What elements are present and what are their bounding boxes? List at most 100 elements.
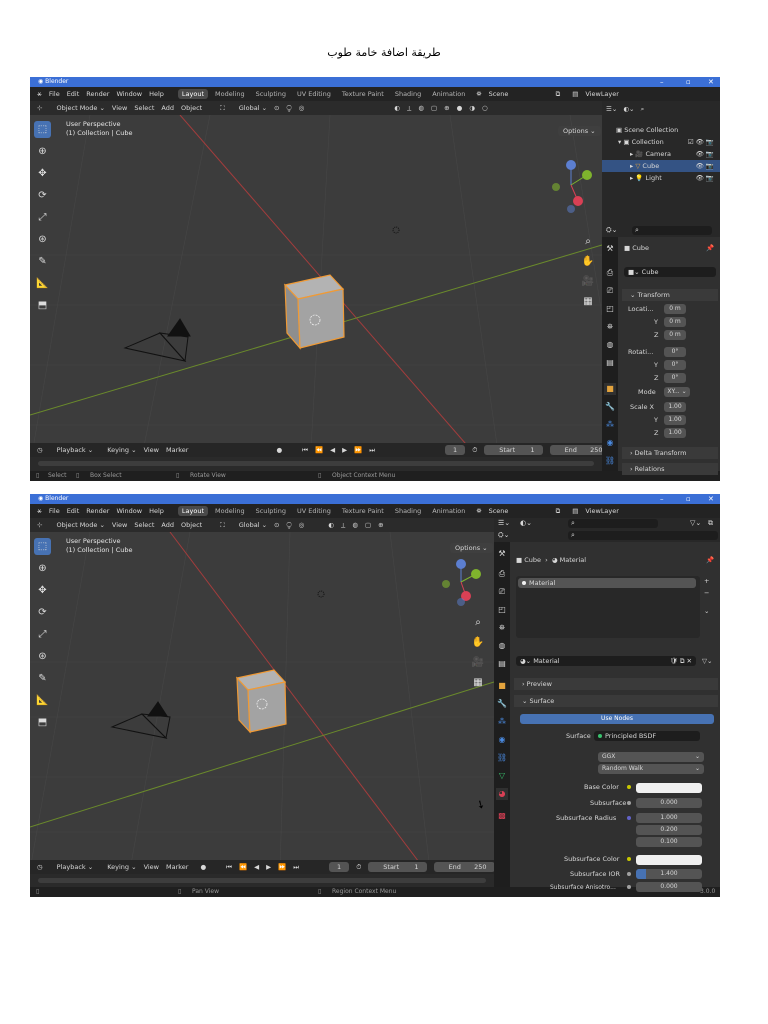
jump-start-icon[interactable]: ⏮ xyxy=(226,863,232,872)
select-menu[interactable]: Select xyxy=(134,104,154,112)
select-menu[interactable]: Select xyxy=(134,521,154,529)
tab-modeling[interactable]: Modeling xyxy=(211,89,249,99)
particles-tab-icon[interactable]: ⁂ xyxy=(496,716,508,728)
close-button[interactable]: ✕ xyxy=(708,494,714,504)
display-mode-icon[interactable]: ◐⌄ xyxy=(520,519,532,527)
add-cube-tool-icon[interactable]: ⬒ xyxy=(34,297,51,314)
tab-shading[interactable]: Shading xyxy=(391,506,425,516)
editor-type-icon[interactable]: ⊹ xyxy=(37,521,42,529)
current-frame-field[interactable]: 1 xyxy=(445,445,466,455)
jump-end-icon[interactable]: ⏭ xyxy=(293,863,299,872)
blender-menu-icon[interactable]: ⚹ xyxy=(37,89,42,99)
timeline-view-menu[interactable]: View xyxy=(144,863,159,871)
collection-tab-icon[interactable]: ▤ xyxy=(496,658,508,670)
marker-menu[interactable]: Marker xyxy=(166,446,188,454)
maximize-button[interactable]: ▫ xyxy=(686,494,691,504)
timeline-scrollbar[interactable] xyxy=(38,461,594,466)
xray-icon[interactable]: ▢ xyxy=(365,521,371,529)
menu-edit[interactable]: Edit xyxy=(67,507,80,515)
menu-render[interactable]: Render xyxy=(86,90,109,98)
visibility-icon[interactable]: ◐ xyxy=(394,104,400,112)
viewlayer-name[interactable]: ViewLayer xyxy=(585,90,619,98)
subsurface-color-swatch[interactable] xyxy=(636,855,702,865)
visibility-icon[interactable]: ◐ xyxy=(328,521,334,529)
outliner-cube[interactable]: ▸ ▽ Cube 👁 📷 xyxy=(602,160,720,172)
scale-tool-icon[interactable]: ⤢ xyxy=(34,626,51,643)
texture-tab-icon[interactable]: ▩ xyxy=(496,810,508,822)
material-slot-list[interactable]: Material xyxy=(516,576,700,638)
data-tab-icon[interactable]: ▽ xyxy=(496,770,508,782)
scene-name[interactable]: Scene xyxy=(489,90,549,98)
add-menu[interactable]: Add xyxy=(161,521,174,529)
transform-tool-icon[interactable]: ⊛ xyxy=(34,231,51,248)
tab-animation[interactable]: Animation xyxy=(428,506,469,516)
jump-end-icon[interactable]: ⏭ xyxy=(369,446,375,455)
ortho-grid-icon[interactable]: ▦ xyxy=(470,674,486,690)
subsurface-ior-slider[interactable]: 1.400 xyxy=(636,869,702,879)
tab-sculpting[interactable]: Sculpting xyxy=(252,506,290,516)
subsurface-radius-z-field[interactable]: 0.100 xyxy=(636,837,702,847)
select-box-tool-icon[interactable]: ⬚ xyxy=(34,538,51,555)
shading-wire-icon[interactable]: ⊕ xyxy=(378,521,383,529)
annotate-tool-icon[interactable]: ✎ xyxy=(34,670,51,687)
material-datablock-field[interactable]: ◕⌄ Material 🛡 ⧉ ✕ xyxy=(516,656,696,666)
pin-icon[interactable]: 📌 xyxy=(706,555,714,566)
rotation-mode-dropdown[interactable]: XY... ⌄ xyxy=(664,387,690,397)
scene-name[interactable]: Scene xyxy=(489,507,549,515)
render-tab-icon[interactable]: ⎙ xyxy=(496,568,508,580)
outliner-camera[interactable]: ▸ 🎥 Camera 👁 📷 xyxy=(602,148,720,160)
object-menu[interactable]: Object xyxy=(181,104,202,112)
menu-help[interactable]: Help xyxy=(149,507,164,515)
view-layer-tab-icon[interactable]: ◰ xyxy=(604,303,616,315)
marker-menu[interactable]: Marker xyxy=(166,863,188,871)
subsurface-radius-x-field[interactable]: 1.000 xyxy=(636,813,702,823)
tool-tab-icon[interactable]: ⚒ xyxy=(496,548,508,560)
tab-layout[interactable]: Layout xyxy=(177,506,209,516)
material-tab-icon[interactable]: ◕ xyxy=(496,788,508,800)
world-tab-icon[interactable]: ◍ xyxy=(496,640,508,652)
outliner-search-icon[interactable]: ⌕ xyxy=(641,105,645,113)
subsurface-anisotropy-socket-icon[interactable] xyxy=(627,882,634,893)
view-menu[interactable]: View xyxy=(112,521,127,529)
options-dropdown[interactable]: Options ⌄ xyxy=(558,126,601,136)
current-frame-field[interactable]: 1 xyxy=(329,862,350,872)
surface-shader-field[interactable]: Principled BSDF xyxy=(594,731,700,741)
render-tab-icon[interactable]: ⎙ xyxy=(604,267,616,279)
constraints-tab-icon[interactable]: ⛓ xyxy=(496,752,508,764)
display-mode-icon[interactable]: ◐⌄ xyxy=(623,105,634,113)
play-icon[interactable]: ▶ xyxy=(266,863,271,871)
timeline-area[interactable] xyxy=(30,874,494,887)
select-box-tool-icon[interactable]: ⬚ xyxy=(34,121,51,138)
constraints-tab-icon[interactable]: ⛓ xyxy=(604,455,616,467)
minimize-button[interactable]: – xyxy=(660,494,664,504)
menu-window[interactable]: Window xyxy=(116,90,142,98)
shading-material-icon[interactable]: ◑ xyxy=(469,104,475,112)
stopwatch-icon[interactable]: ⏱ xyxy=(472,446,477,455)
viewlayer-icon[interactable]: ▤ xyxy=(572,507,578,515)
scale-z-field[interactable]: 1.00 xyxy=(664,428,686,438)
xray-icon[interactable]: ▢ xyxy=(431,104,437,112)
viewlayer-icon[interactable]: ▤ xyxy=(572,90,578,98)
cursor-tool-icon[interactable]: ⊕ xyxy=(34,560,51,577)
overlay-icon[interactable]: ◍ xyxy=(352,521,358,529)
properties-editor-icon[interactable]: ⛭⌄ xyxy=(498,531,509,540)
stopwatch-icon[interactable]: ⏱ xyxy=(356,863,361,872)
delta-transform-panel-header[interactable]: › Delta Transform xyxy=(622,447,718,459)
rotation-x-field[interactable]: 0° xyxy=(664,347,686,357)
distribution-dropdown[interactable]: GGX ⌄ xyxy=(598,752,704,762)
next-key-icon[interactable]: ⏩ xyxy=(354,446,362,454)
subsurface-radius-y-field[interactable]: 0.200 xyxy=(636,825,702,835)
use-nodes-button[interactable]: Use Nodes xyxy=(520,714,714,724)
tab-shading[interactable]: Shading xyxy=(391,89,425,99)
outliner-search-icon[interactable]: ⌕ xyxy=(568,519,658,528)
minimize-button[interactable]: – xyxy=(660,77,664,87)
base-color-socket-icon[interactable] xyxy=(627,782,634,793)
properties-search-icon[interactable]: ⌕ xyxy=(568,531,718,540)
menu-render[interactable]: Render xyxy=(86,507,109,515)
zoom-icon[interactable]: ⌕ xyxy=(580,233,596,249)
camera-view-icon[interactable]: 🎥 xyxy=(580,273,596,289)
maximize-button[interactable]: ▫ xyxy=(686,77,691,87)
location-x-field[interactable]: 0 m xyxy=(664,304,686,314)
orientation-icon[interactable]: ⛶ xyxy=(220,521,225,530)
prev-key-icon[interactable]: ⏪ xyxy=(239,863,247,871)
